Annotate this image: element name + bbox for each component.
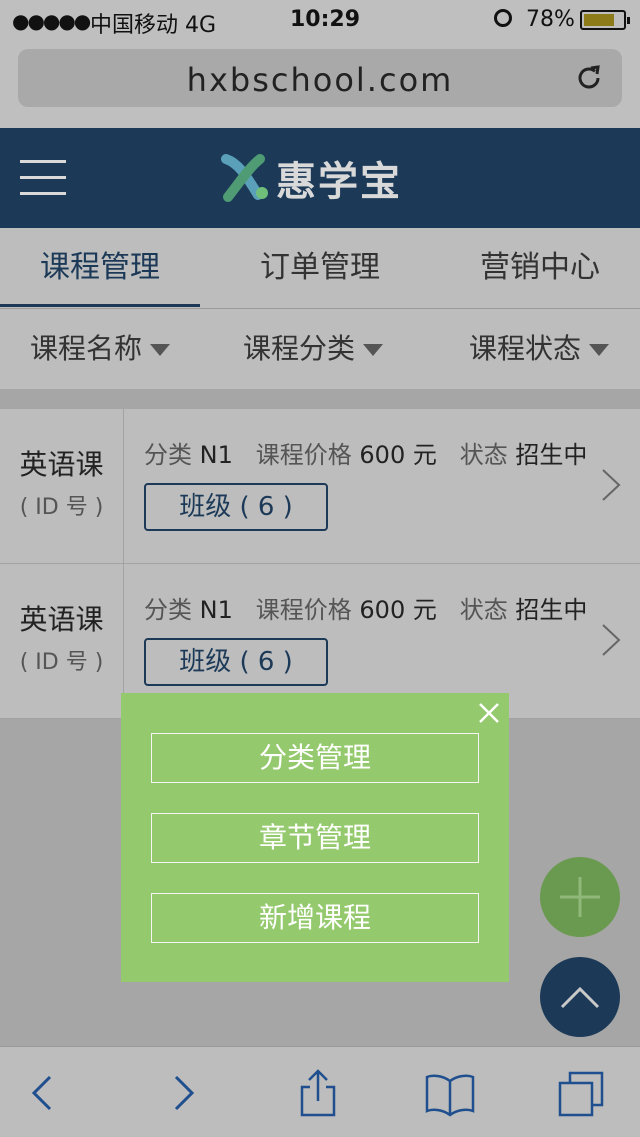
hamburger-menu-icon[interactable] bbox=[20, 158, 66, 198]
add-course-button[interactable]: 新增课程 bbox=[151, 893, 479, 943]
course-title-cell: 英语课 ( ID 号 ) bbox=[0, 409, 124, 563]
browser-toolbar bbox=[0, 1046, 640, 1137]
caret-down-icon bbox=[150, 344, 171, 356]
category-label: 分类 bbox=[144, 441, 192, 469]
course-name: 英语课 bbox=[19, 603, 104, 636]
battery-fill bbox=[584, 14, 614, 26]
url-field[interactable]: hxbschool.com bbox=[18, 49, 622, 107]
tab-marketing-center[interactable]: 营销中心 bbox=[440, 228, 640, 308]
close-icon[interactable] bbox=[477, 701, 501, 725]
book-icon[interactable] bbox=[424, 1067, 476, 1119]
tab-course-management[interactable]: 课程管理 bbox=[0, 228, 200, 308]
course-title-cell: 英语课 ( ID 号 ) bbox=[0, 564, 124, 718]
course-name: 英语课 bbox=[19, 448, 104, 481]
category-value: N1 bbox=[199, 596, 233, 624]
status-value: 招生中 bbox=[515, 596, 588, 624]
chevron-left-icon[interactable] bbox=[18, 1067, 70, 1119]
filter-course-category[interactable]: 课程分类 bbox=[243, 309, 384, 389]
tabs-icon[interactable] bbox=[556, 1067, 608, 1119]
signal-strength-icon: ●●●●● bbox=[12, 9, 91, 33]
status-value: 招生中 bbox=[515, 441, 588, 469]
share-icon[interactable] bbox=[292, 1067, 344, 1119]
course-meta: 分类 N1 课程价格 600 元 状态 招生中 bbox=[144, 590, 587, 625]
browser-address-bar: hxbschool.com bbox=[0, 40, 640, 128]
alarm-icon bbox=[494, 9, 512, 27]
chevron-right-icon[interactable] bbox=[600, 467, 622, 503]
scroll-top-button[interactable] bbox=[540, 957, 620, 1037]
price-label: 课程价格 bbox=[255, 596, 352, 624]
action-popup: 分类管理 章节管理 新增课程 bbox=[121, 693, 509, 982]
url-text: hxbschool.com bbox=[186, 61, 454, 99]
course-meta: 分类 N1 课程价格 600 元 状态 招生中 bbox=[144, 435, 587, 470]
clock-time: 10:29 bbox=[290, 7, 361, 32]
course-id: ( ID 号 ) bbox=[19, 650, 104, 675]
caret-down-icon bbox=[589, 344, 610, 356]
class-button[interactable]: 班级 ( 6 ) bbox=[144, 638, 328, 686]
brand-name: 惠学宝 bbox=[276, 159, 402, 205]
course-list: 英语课 ( ID 号 ) 分类 N1 课程价格 600 元 状态 招生中 班级 … bbox=[0, 409, 640, 719]
filter-label: 课程状态 bbox=[469, 332, 582, 365]
active-tab-indicator bbox=[0, 304, 200, 307]
add-fab-button[interactable] bbox=[540, 857, 620, 937]
course-row[interactable]: 英语课 ( ID 号 ) 分类 N1 课程价格 600 元 状态 招生中 班级 … bbox=[0, 409, 640, 564]
status-bar: ●●●●● 中国移动 4G 10:29 78% bbox=[0, 0, 640, 40]
chapter-management-button[interactable]: 章节管理 bbox=[151, 813, 479, 863]
reload-icon[interactable] bbox=[574, 63, 604, 93]
chevron-right-icon[interactable] bbox=[600, 622, 622, 658]
price-value: 600 元 bbox=[359, 441, 437, 469]
status-label: 状态 bbox=[459, 441, 508, 469]
filter-label: 课程分类 bbox=[243, 332, 356, 365]
brand-mark-icon bbox=[221, 154, 268, 202]
category-label: 分类 bbox=[144, 596, 192, 624]
main-tabs: 课程管理 订单管理 营销中心 bbox=[0, 228, 640, 309]
price-value: 600 元 bbox=[359, 596, 437, 624]
filter-bar: 课程名称 课程分类 课程状态 bbox=[0, 309, 640, 389]
brand-logo: 惠学宝 bbox=[220, 148, 402, 208]
carrier-label: 中国移动 4G bbox=[90, 13, 217, 38]
battery-percent: 78% bbox=[526, 7, 575, 32]
caret-down-icon bbox=[363, 344, 384, 356]
class-button[interactable]: 班级 ( 6 ) bbox=[144, 483, 328, 531]
chevron-right-icon[interactable] bbox=[156, 1067, 208, 1119]
filter-course-status[interactable]: 课程状态 bbox=[469, 309, 610, 389]
app-header: 惠学宝 bbox=[0, 128, 640, 228]
category-value: N1 bbox=[199, 441, 233, 469]
category-management-button[interactable]: 分类管理 bbox=[151, 733, 479, 783]
chevron-up-icon bbox=[560, 986, 600, 1009]
battery-icon bbox=[580, 10, 630, 30]
filter-label: 课程名称 bbox=[30, 332, 143, 365]
plus-icon bbox=[560, 877, 600, 917]
tab-order-management[interactable]: 订单管理 bbox=[220, 228, 420, 308]
course-id: ( ID 号 ) bbox=[19, 495, 104, 520]
status-label: 状态 bbox=[459, 596, 508, 624]
price-label: 课程价格 bbox=[255, 441, 352, 469]
filter-course-name[interactable]: 课程名称 bbox=[30, 309, 171, 389]
